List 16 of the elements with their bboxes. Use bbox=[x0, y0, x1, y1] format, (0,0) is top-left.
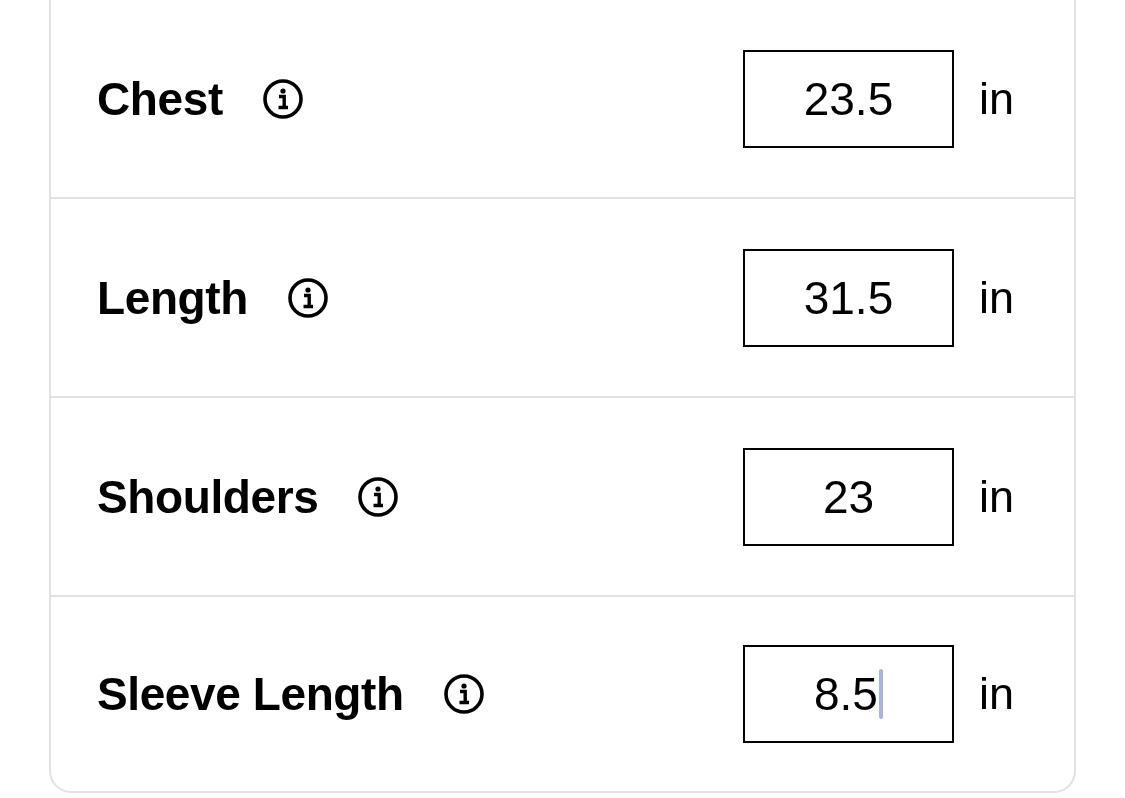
input-field[interactable]: 23.5 bbox=[742, 49, 954, 148]
measurement-label: Length bbox=[97, 270, 248, 325]
input-field[interactable]: 23 bbox=[742, 447, 954, 546]
input-field[interactable]: 31.5 bbox=[742, 248, 954, 347]
measurement-label: Sleeve Length bbox=[97, 667, 404, 721]
info-icon[interactable] bbox=[262, 78, 303, 119]
unit-label: in bbox=[978, 470, 1014, 523]
measurement-label: Chest bbox=[97, 71, 223, 126]
input-field[interactable]: 8.5 bbox=[742, 645, 954, 743]
unit-label: in bbox=[978, 668, 1014, 720]
measurement-label: Shoulders bbox=[97, 469, 319, 524]
unit-label: in bbox=[978, 271, 1014, 324]
unit-label: in bbox=[978, 72, 1014, 125]
info-icon[interactable] bbox=[358, 476, 399, 517]
info-icon[interactable] bbox=[443, 674, 484, 714]
info-icon[interactable] bbox=[287, 277, 328, 318]
